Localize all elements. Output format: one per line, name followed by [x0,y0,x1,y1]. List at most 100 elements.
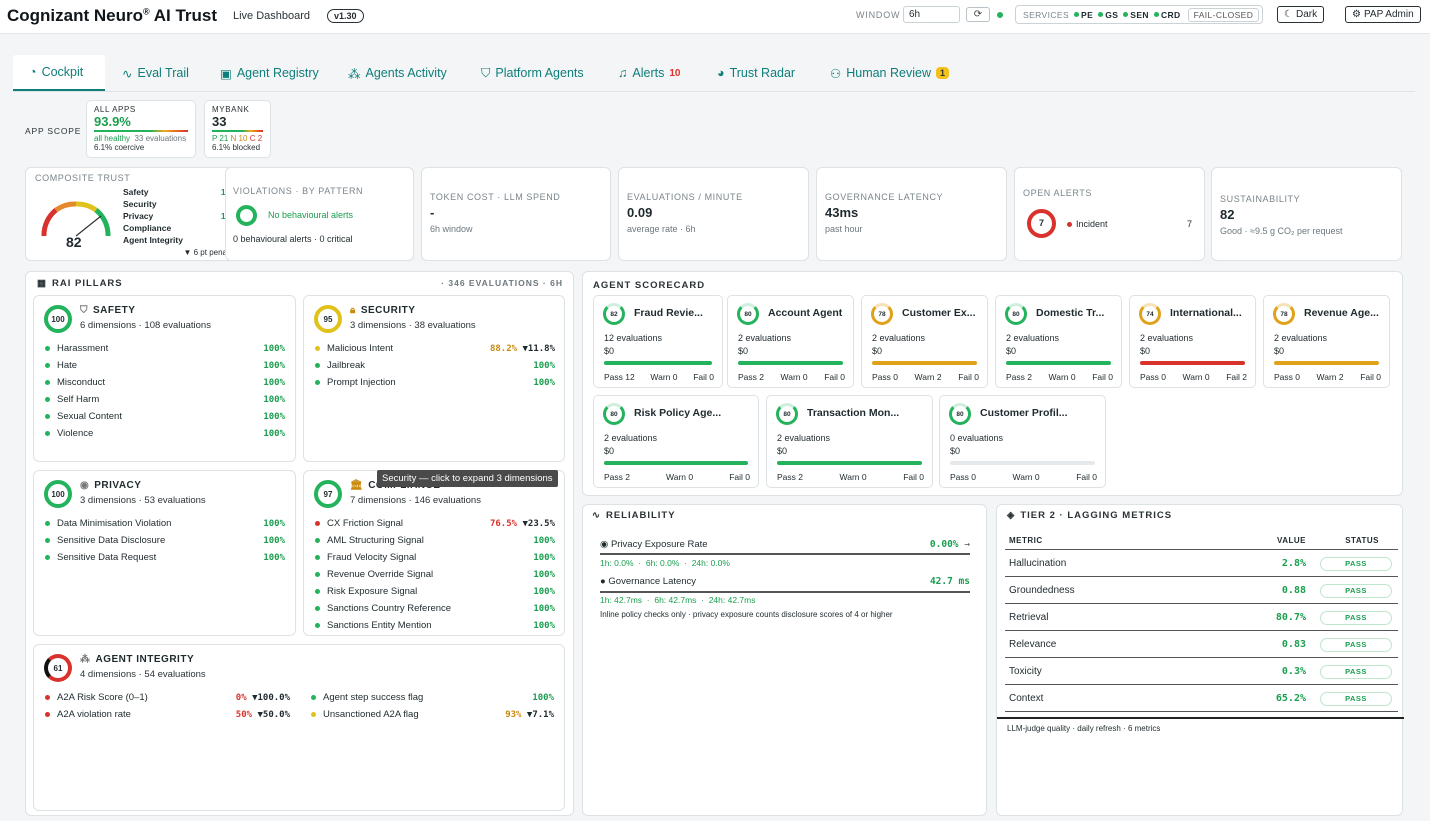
integrity-dims-right: Agent step success flag 100% Unsanctioned… [311,689,554,723]
metric-value: 0.88 [1281,585,1306,596]
tab-label: Trust Radar [729,66,796,80]
metric-row: Hallucination 2.8% PASS [1005,551,1398,577]
tab-platform-agents[interactable]: ⛉ Platform Agents [465,55,600,91]
governance-latency-title: GOVERNANCE LATENCY [825,192,944,202]
agent-name: Account Agent [768,307,843,319]
pulse-icon: ∿ [122,66,133,81]
open-alerts-title: OPEN ALERTS [1023,188,1092,198]
tab-label: Cockpit [41,65,84,79]
agent-status-bar [777,461,922,465]
agent-card[interactable]: 78 Customer Ex... 2 evaluations $0 Pass 0 War… [861,295,988,388]
dim-row: AML Structuring Signal 100% [315,532,555,549]
dim-row: CX Friction Signal 76.5% ▼23.5% [315,515,555,532]
top-header: Cognizant Neuro® AI Trust Live Dashboard… [0,0,1430,34]
agent-status-bar [1274,361,1379,365]
agent-card[interactable]: 82 Fraud Revie... 12 evaluations $0 Pass 12 W… [593,295,723,388]
latency-name: Governance Latency [608,576,697,587]
tab-cockpit[interactable]: ◔ Cockpit [13,55,105,91]
sustainability-card[interactable]: SUSTAINABILITY 82 Good · ≈9.5 g CO₂ per … [1211,167,1402,261]
main-tabs: ◔ Cockpit ∿ Eval Trail ▣ Agent Registry ⁂ Ag… [13,55,1415,92]
agent-evals: 2 evaluations [1140,333,1194,343]
agent-name: Domestic Tr... [1036,307,1105,319]
agent-card[interactable]: 80 Account Agent 2 evaluations $0 Pass 2 Warn… [727,295,854,388]
sustainability-sub: Good · ≈9.5 g CO₂ per request [1220,226,1343,236]
scope-all-apps[interactable]: ALL APPS 93.9% all healthy 33 evaluation… [86,100,196,158]
arrow-right-icon: → [964,539,970,550]
metric-value: 0.3% [1281,666,1306,677]
privacy-exposure-value: 0.00% → [929,539,970,550]
tab-eval-trail[interactable]: ∿ Eval Trail [106,55,205,91]
agent-cost: $0 [777,446,788,456]
admin-button[interactable]: ⚙ PAP Admin [1345,6,1421,23]
dim-row: Sexual Content 100% [45,408,285,425]
scope-value: 93.9% [94,114,131,129]
agent-card[interactable]: 80 Transaction Mon... 2 evaluations $0 Pass … [766,395,933,488]
pillar-agent-integrity[interactable]: 61 ⁂ AGENT INTEGRITY 4 dimensions · 54 ev… [33,644,565,811]
dim-row: Sanctions Entity Mention 100% [315,617,555,634]
privacy-exposure-row[interactable]: ◉ Privacy Exposure Rate 0.00% → [600,539,970,550]
evals-per-minute-card[interactable]: EVALUATIONS / MINUTE 0.09 average rate ·… [618,167,809,261]
integrity-sub: 4 dimensions · 54 evaluations [80,669,206,680]
tab-agent-registry[interactable]: ▣ Agent Registry [204,55,335,91]
token-cost-title: TOKEN COST · LLM SPEND [430,192,561,202]
window-select[interactable]: 6h [903,6,960,23]
service-crd: CRD [1153,10,1181,20]
pillar-compliance[interactable]: 97 🏛︎COMPLIANCE 7 dimensions · 146 evalu… [303,470,565,636]
dim-row: Fraud Velocity Signal 100% [315,549,555,566]
scope-mybank[interactable]: MYBANK 33 P 21 N 10 C 2 6.1% blocked [204,100,271,158]
metric-value: 65.2% [1275,693,1306,704]
agent-status-bar [738,361,843,365]
agent-card[interactable]: 80 Domestic Tr... 2 evaluations $0 Pass 2 War… [995,295,1122,388]
violations-card[interactable]: VIOLATIONS · BY PATTERN No behavioural a… [225,167,414,261]
agent-card[interactable]: 78 Revenue Age... 2 evaluations $0 Pass 0 War… [1263,295,1390,388]
tab-human-review[interactable]: ⚇ Human Review 1 [814,55,965,91]
security-title: 🔒︎ SECURITY [350,305,416,316]
tab-label: Agent Registry [236,66,319,80]
integrity-dims-left: A2A Risk Score (0–1) 0% ▼100.0% A2A viola… [45,689,290,723]
latency-value: 42.7 ms [929,576,970,587]
scope-name: ALL APPS [94,105,136,114]
agent-card[interactable]: 80 Risk Policy Age... 2 evaluations $0 Pass … [593,395,759,488]
governance-latency-row[interactable]: ● Governance Latency 42.7 ms [600,576,970,587]
dim-row: A2A Risk Score (0–1) 0% ▼100.0% [45,689,290,706]
tab-label: Eval Trail [137,66,189,80]
compliance-score-ring: 97 [314,480,342,508]
dark-mode-button[interactable]: ☾ Dark [1277,6,1325,23]
agent-status-bar [872,361,977,365]
tab-alerts[interactable]: ♫ Alerts 10 [602,55,696,91]
refresh-button[interactable]: ⟳ [966,7,990,22]
agent-card[interactable]: 80 Customer Profil... 0 evaluations $0 Pass … [939,395,1106,488]
violations-status: No behavioural alerts [268,210,354,220]
agent-evals: 2 evaluations [604,433,658,443]
tab-agents-activity[interactable]: ⁂ Agents Activity [332,55,463,91]
id-card-icon: ▣ [220,66,232,81]
dim-row: A2A violation rate 50% ▼50.0% [45,706,290,723]
composite-row: Agent Integrity61 [123,235,235,245]
tab-trust-radar[interactable]: ◕ Trust Radar [701,55,811,91]
metric-row: Relevance 0.83 PASS [1005,632,1398,658]
dim-row: Data Minimisation Violation 100% [45,515,285,532]
agent-evals: 2 evaluations [738,333,792,343]
pillar-security[interactable]: 95 🔒︎ SECURITY 3 dimensions · 38 evaluati… [303,295,565,462]
admin-label: PAP Admin [1363,9,1414,20]
governance-latency-card[interactable]: GOVERNANCE LATENCY 43ms past hour [816,167,1007,261]
dim-row: Hate 100% [45,357,285,374]
metric-row: Context 65.2% PASS [1005,686,1398,712]
agent-card[interactable]: 74 International... 2 evaluations $0 Pass 0W… [1129,295,1256,388]
token-cost-card[interactable]: TOKEN COST · LLM SPEND - 6h window [421,167,611,261]
agent-score-ring: 80 [737,303,759,325]
safety-dims: Harassment 100% Hate 100% Misconduct 100% S… [45,340,285,442]
agent-evals: 0 evaluations [950,433,1004,443]
metric-name: Retrieval [1009,612,1049,623]
agent-evals: 2 evaluations [1274,333,1328,343]
pillar-privacy[interactable]: 100 ◉ PRIVACY 3 dimensions · 53 evaluatio… [33,470,296,636]
open-alerts-card[interactable]: OPEN ALERTS 7 Incident 7 [1014,167,1205,261]
agent-counts: Pass 0 Warn 0 Fail 0 [950,472,1097,482]
pillar-safety[interactable]: 100 ⛉ SAFETY 6 dimensions · 108 evaluatio… [33,295,296,462]
agent-score-ring: 78 [871,303,893,325]
alerts-count: 10 [669,67,681,79]
metric-status-badge: PASS [1320,610,1392,625]
service-pe: PE [1074,10,1093,20]
tier2-divider [997,717,1404,719]
dim-row: Self Harm 100% [45,391,285,408]
